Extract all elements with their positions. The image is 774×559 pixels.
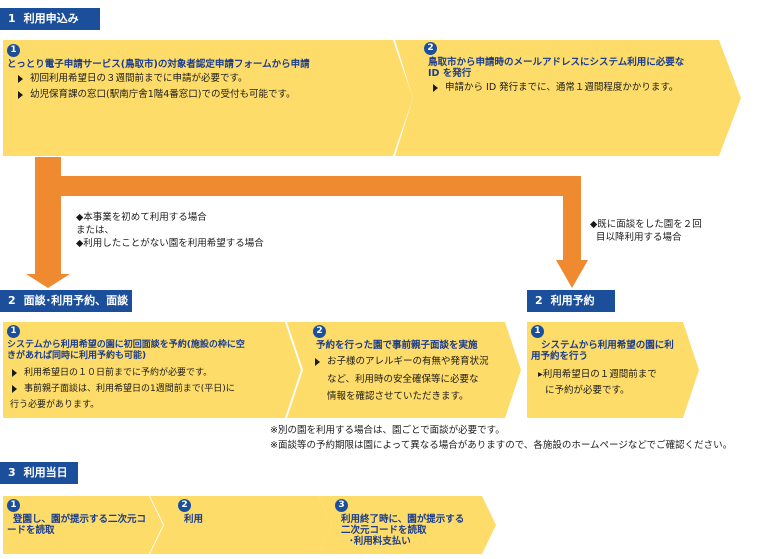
connector-right-stem <box>563 196 581 261</box>
step2-2-bullet-line2: など、利用時の安全確保等に必要な <box>327 374 479 385</box>
step1-1-number-icon: 1 <box>7 44 20 57</box>
arrow-down-right-icon <box>556 260 588 288</box>
note-line2: ※面談等の予約期限は園によって異なる場合がありますので、各施設のホームページなど… <box>270 440 733 451</box>
branch-left-line1: ◆本事業を初めて利用する場合 <box>76 212 207 223</box>
branch-left-line2: または、 <box>76 225 115 236</box>
branch-right-line2: 目以降利用する場合 <box>596 232 682 243</box>
note-line1: ※別の園を利用する場合は、園ごとで面談が必要です。 <box>270 425 505 436</box>
step1-1-bullet-2: 幼児保育課の窓口(駅南庁舎1階4番窓口)での受付も可能です。 <box>16 88 296 102</box>
section2-label: 面談･利用予約、面談 <box>23 294 129 307</box>
step3-3-title-line2: 二次元コードを読取 <box>341 525 427 536</box>
step2-1-bullet-2-line2: 行う必要があります。 <box>10 400 100 410</box>
step2-1-title-line1: システムから利用希望の園に初回面談を予約(施設の枠に空 <box>7 340 245 350</box>
section2-header: 2 面談･利用予約、面談 <box>0 290 132 312</box>
section3-label: 利用当日 <box>23 466 68 479</box>
step3-2-number-icon: 2 <box>178 499 191 512</box>
step2-1-number-icon: 1 <box>7 325 20 338</box>
step1-2-bullet-1: 申請から ID 発行までに、通常１週間程度かかります。 <box>431 81 678 95</box>
step2-2-bullet-line1: お子様のアレルギーの有無や発育状況 <box>313 355 489 369</box>
branch-right-line1: ◆既に面談をした園を２回 <box>590 219 702 230</box>
step3-1-number-icon: 1 <box>7 499 20 512</box>
step3-1-title-line2: ードを読取 <box>7 525 55 536</box>
step1-2-number-icon: 2 <box>424 42 437 55</box>
step2-2-bullet-line3: 情報を確認させていただきます。 <box>327 391 469 402</box>
section2b-number: 2 <box>535 294 543 307</box>
step2b-1-title-line2: 用予約を行う <box>531 351 589 362</box>
step2-2-title: 予約を行った園で事前親子面談を実施 <box>316 340 478 351</box>
step3-3-title-line3: ･利用料支払い <box>349 536 411 547</box>
step1-1-title: とっとり電子申請サービス(鳥取市)の対象者認定申請フォームから申請 <box>7 59 310 70</box>
step1-2-title-line1: 鳥取市から申請時のメールアドレスにシステム利用に必要な <box>428 57 685 68</box>
arrow-down-left-icon <box>26 274 70 288</box>
step2-1-title-line2: きがあれば同時に利用予約も可能) <box>7 351 147 361</box>
step2b-1-title-line1: システムから利用希望の園に利 <box>541 340 674 351</box>
section3-number: 3 <box>8 466 16 479</box>
section1-header: 1 利用申込み <box>0 8 100 30</box>
section2b-header: 2 利用予約 <box>527 290 615 312</box>
step2-1-bullet-2-line1: 事前親子面談は、利用希望日の1週間前まで(平日)に <box>10 382 235 396</box>
step3-1-title-line1: 登園し、園が提示する二次元コ <box>13 514 147 525</box>
step3-2-title: 利用 <box>184 514 204 525</box>
step2b-1-bullet-line1: ▸利用希望日の１週間前まで <box>538 369 657 380</box>
connector-left-stem <box>35 157 61 275</box>
section2-number: 2 <box>8 294 16 307</box>
step2b-1-bullet-line2: に予約が必要です。 <box>545 385 630 396</box>
step3-3-title-line1: 利用終了時に、園が提示する <box>341 514 465 525</box>
section2b-label: 利用予約 <box>550 294 595 307</box>
section3-header: 3 利用当日 <box>0 462 78 484</box>
section1-label: 利用申込み <box>23 12 79 25</box>
step2b-1-number-icon: 1 <box>531 325 544 338</box>
step1-2-title-line2: ID を発行 <box>428 68 472 79</box>
connector-horizontal <box>61 176 581 196</box>
section1-number: 1 <box>8 12 16 25</box>
step2-1-bullet-1: 利用希望日の１０日前までに予約が必要です。 <box>10 366 212 380</box>
branch-left-line3: ◆利用したことがない園を利用希望する場合 <box>76 238 264 249</box>
step3-3-number-icon: 3 <box>335 499 348 512</box>
step1-1-bullet-1: 初回利用希望日の３週間前までに申請が必要です。 <box>16 72 248 86</box>
step2-2-number-icon: 2 <box>313 325 326 338</box>
